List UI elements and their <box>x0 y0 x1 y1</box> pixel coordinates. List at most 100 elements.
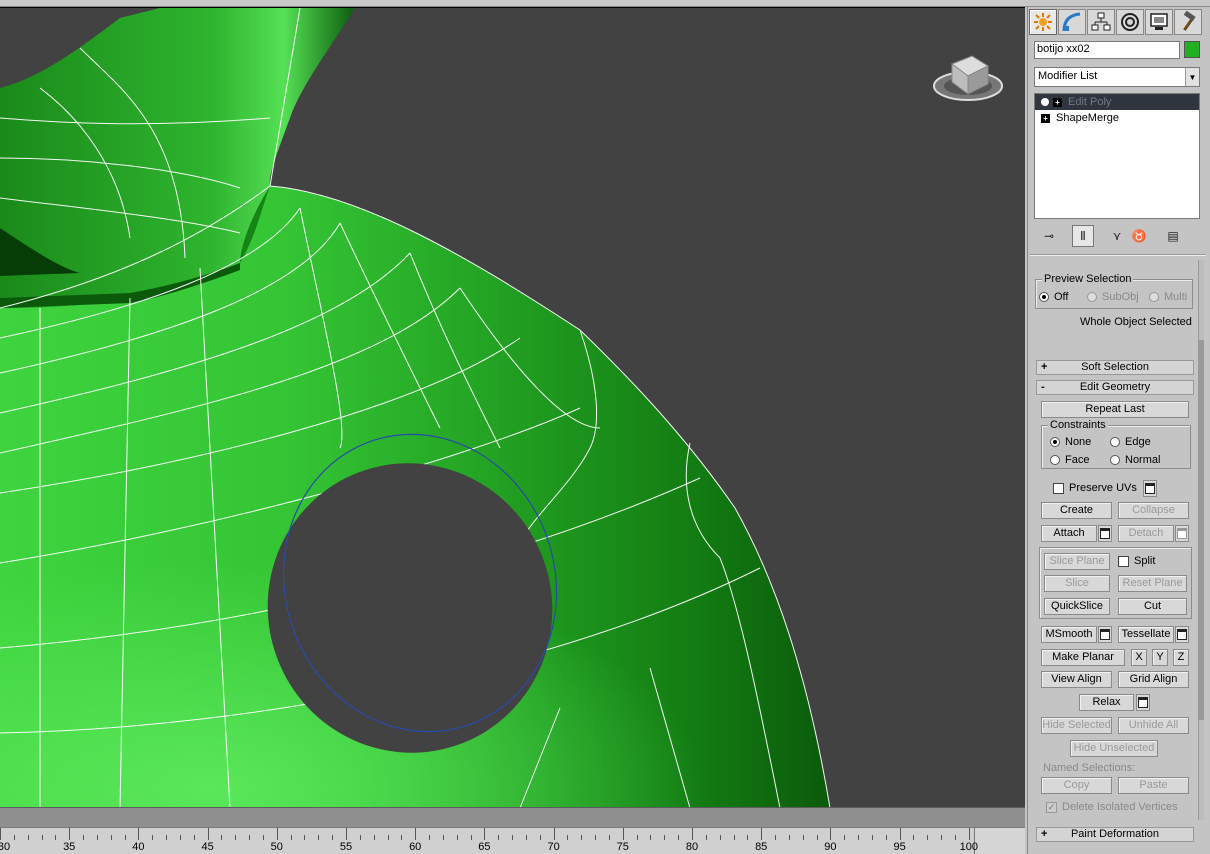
display-tab[interactable] <box>1145 9 1173 35</box>
quickslice-button[interactable]: QuickSlice <box>1044 598 1110 615</box>
constraint-face-radio[interactable]: Face <box>1050 454 1089 466</box>
stack-item-shapemerge[interactable]: + ShapeMerge <box>1035 110 1199 126</box>
ruler-minor-tick <box>429 835 431 840</box>
reset-plane-button[interactable]: Reset Plane <box>1118 575 1187 592</box>
modifier-list-label: Modifier List <box>1038 70 1098 82</box>
modify-tab[interactable] <box>1058 9 1086 35</box>
chevron-down-icon: ▼ <box>1185 68 1199 86</box>
constraint-none-radio[interactable]: None <box>1050 436 1091 448</box>
scrollbar-thumb[interactable] <box>1199 340 1204 720</box>
relax-settings-icon[interactable] <box>1136 694 1150 711</box>
ruler-minor-tick <box>304 835 306 840</box>
ruler-minor-tick <box>512 835 514 840</box>
ruler-major-tick <box>415 828 417 840</box>
ruler-minor-tick <box>249 835 251 840</box>
group-title: Preview Selection <box>1042 273 1134 285</box>
ruler-minor-tick <box>498 835 500 840</box>
view-align-button[interactable]: View Align <box>1041 671 1112 688</box>
motion-tab[interactable] <box>1116 9 1144 35</box>
preview-off-radio[interactable]: Off <box>1039 291 1068 303</box>
ruler-minor-tick <box>636 835 638 840</box>
hammer-icon <box>1183 11 1196 31</box>
slice-plane-button[interactable]: Slice Plane <box>1044 553 1110 570</box>
planar-z-button[interactable]: Z <box>1173 649 1189 666</box>
preserve-uvs-checkbox[interactable]: Preserve UVs <box>1053 482 1137 494</box>
object-name-field[interactable]: botijo xx02 <box>1034 41 1180 59</box>
grid-align-button[interactable]: Grid Align <box>1118 671 1189 688</box>
ruler-major-tick <box>138 828 140 840</box>
hide-unselected-button[interactable]: Hide Unselected <box>1070 740 1158 757</box>
constraint-normal-radio[interactable]: Normal <box>1110 454 1160 466</box>
attach-settings-icon[interactable] <box>1098 525 1112 542</box>
preview-multi-radio[interactable]: Multi <box>1149 291 1187 303</box>
stack-item-label: Edit Poly <box>1068 96 1112 108</box>
ruler-minor-tick <box>83 835 85 840</box>
create-button[interactable]: Create <box>1041 502 1112 519</box>
repeat-last-button[interactable]: Repeat Last <box>1041 401 1189 418</box>
ruler-major-tick <box>692 828 693 840</box>
delete-isolated-vertices-checkbox[interactable]: ✓ Delete Isolated Vertices <box>1046 801 1178 813</box>
planar-x-button[interactable]: X <box>1131 649 1147 666</box>
hide-selected-button[interactable]: Hide Selected <box>1041 717 1112 734</box>
paint-deformation-rollout[interactable]: + Paint Deformation <box>1036 827 1194 842</box>
object-color-swatch[interactable] <box>1184 41 1200 58</box>
tessellate-settings-icon[interactable] <box>1175 626 1189 643</box>
split-checkbox[interactable]: Split <box>1118 555 1155 567</box>
remove-modifier-icon[interactable]: ♉ <box>1128 225 1150 247</box>
relax-button[interactable]: Relax <box>1079 694 1134 711</box>
ruler-tick-label: 40 <box>132 841 145 853</box>
panel-scrollbar[interactable] <box>1198 260 1204 820</box>
expand-icon[interactable]: + <box>1053 97 1062 107</box>
ruler-tick-label: 90 <box>824 841 837 853</box>
ruler-tick-label: 35 <box>63 841 76 853</box>
ruler-minor-tick <box>359 835 361 840</box>
track-bar-ruler[interactable]: 30 35 40 45 50 55 60 65 70 75 80 85 90 95 100 <box>0 827 1025 854</box>
detach-settings-icon[interactable] <box>1175 525 1189 542</box>
modifier-stack[interactable]: + Edit Poly + ShapeMerge <box>1034 93 1200 219</box>
edit-geometry-rollout[interactable]: - Edit Geometry <box>1036 380 1194 395</box>
utilities-tab[interactable] <box>1174 9 1202 35</box>
ruler-minor-tick <box>608 835 610 840</box>
ruler-minor-tick <box>55 835 57 840</box>
stack-item-edit-poly[interactable]: + Edit Poly <box>1035 94 1199 110</box>
ruler-minor-tick <box>719 835 721 840</box>
msmooth-button[interactable]: MSmooth <box>1041 626 1097 643</box>
pin-stack-icon[interactable]: ⊸ <box>1038 225 1060 247</box>
detach-button[interactable]: Detach <box>1118 525 1174 542</box>
ruler-tick-label: 45 <box>201 841 214 853</box>
constraint-edge-radio[interactable]: Edge <box>1110 436 1151 448</box>
paste-button[interactable]: Paste <box>1118 777 1189 794</box>
expand-icon[interactable]: + <box>1041 113 1050 123</box>
ruler-minor-tick <box>678 835 680 840</box>
msmooth-settings-icon[interactable] <box>1098 626 1112 643</box>
preview-subobj-radio[interactable]: SubObj <box>1087 291 1139 303</box>
soft-selection-rollout[interactable]: + Soft Selection <box>1036 360 1194 375</box>
ruler-minor-tick <box>193 835 195 840</box>
configure-sets-icon[interactable]: ▤ <box>1162 225 1184 247</box>
cut-button[interactable]: Cut <box>1118 598 1187 615</box>
named-selections-label: Named Selections: <box>1043 762 1136 774</box>
ruler-tick-label: 80 <box>685 841 699 853</box>
make-planar-button[interactable]: Make Planar <box>1041 649 1125 666</box>
make-unique-icon[interactable]: ⋎ <box>1106 225 1128 247</box>
ruler-minor-tick <box>166 835 168 840</box>
modifier-list-dropdown[interactable]: Modifier List ▼ <box>1034 67 1200 87</box>
collapse-button[interactable]: Collapse <box>1118 502 1189 519</box>
hierarchy-tab[interactable] <box>1087 9 1115 35</box>
ruler-minor-tick <box>401 835 403 840</box>
timeline-slider-track[interactable] <box>0 807 1025 827</box>
tessellate-button[interactable]: Tessellate <box>1118 626 1174 643</box>
ruler-minor-tick <box>567 835 569 840</box>
preserve-uvs-settings-icon[interactable] <box>1143 480 1157 497</box>
planar-y-button[interactable]: Y <box>1152 649 1168 666</box>
attach-button[interactable]: Attach <box>1041 525 1097 542</box>
slice-button[interactable]: Slice <box>1044 575 1110 592</box>
unhide-all-button[interactable]: Unhide All <box>1118 717 1189 734</box>
ruler-major-tick <box>207 828 209 840</box>
ruler-minor-tick <box>775 835 777 840</box>
perspective-viewport[interactable] <box>0 7 1025 807</box>
show-end-result-icon[interactable]: Ⅱ <box>1072 225 1094 247</box>
create-tab[interactable] <box>1029 9 1057 35</box>
copy-button[interactable]: Copy <box>1041 777 1112 794</box>
modify-icon <box>1062 12 1081 32</box>
